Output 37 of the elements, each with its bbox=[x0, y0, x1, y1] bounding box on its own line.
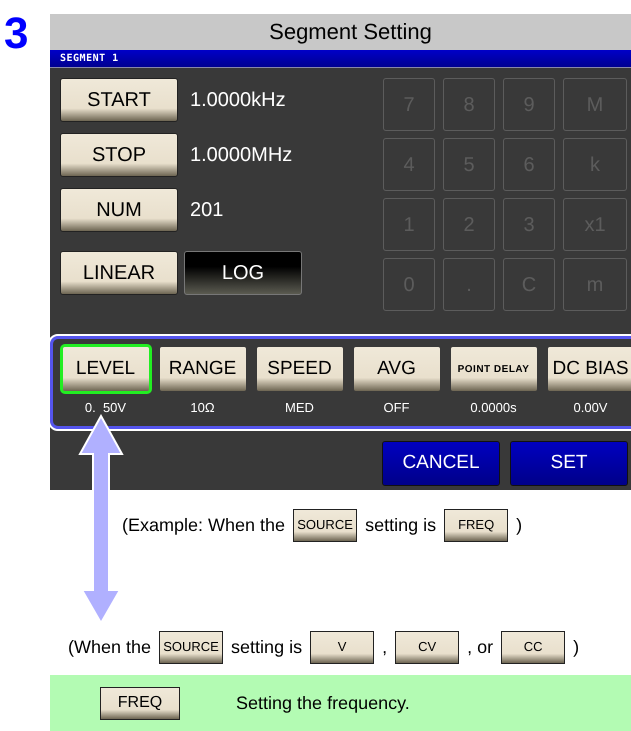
parameter-value: 0.0000s bbox=[470, 399, 517, 417]
mode-button[interactable]: LOG bbox=[184, 251, 302, 295]
parameter-value: 0. 50V bbox=[84, 399, 126, 417]
key-label: V bbox=[310, 630, 374, 664]
window-title: Segment Setting bbox=[50, 14, 631, 50]
note-text: (When the bbox=[68, 636, 152, 659]
field-button[interactable]: START bbox=[60, 78, 178, 122]
action-button[interactable]: SET bbox=[510, 441, 628, 486]
field-value: 1.0000MHz bbox=[190, 143, 292, 168]
action-button[interactable]: CANCEL bbox=[382, 441, 500, 486]
key-label: SOURCE bbox=[159, 630, 224, 664]
parameter-button[interactable]: LEVEL bbox=[60, 344, 152, 394]
key-label: FREQ bbox=[444, 508, 508, 542]
note-text: , bbox=[382, 636, 388, 658]
field-button[interactable]: NUM bbox=[60, 188, 178, 232]
note-text: , or bbox=[467, 636, 494, 658]
double-arrow-icon bbox=[78, 414, 124, 624]
key-label: CC bbox=[501, 630, 566, 664]
field-value: 201 bbox=[190, 198, 224, 223]
field-button[interactable]: STOP bbox=[60, 133, 178, 177]
parameter-value: 10Ω bbox=[190, 399, 215, 417]
key-label: CV bbox=[395, 630, 460, 664]
note-text: ) bbox=[516, 514, 522, 537]
segment-bar: SEGMENT 1 bbox=[50, 50, 631, 68]
key-label: SOURCE bbox=[293, 508, 358, 542]
note-text: ) bbox=[573, 636, 580, 659]
note-text: setting is bbox=[365, 514, 436, 537]
description-text: Setting the frequency. bbox=[236, 692, 410, 715]
parameter-value: OFF bbox=[384, 399, 410, 417]
key-label: FREQ bbox=[100, 686, 180, 720]
step-number: 3 bbox=[4, 12, 28, 56]
note-text: (Example: When the bbox=[122, 514, 286, 537]
mode-button[interactable]: LINEAR bbox=[60, 251, 178, 295]
field-value: 1.0000kHz bbox=[190, 88, 286, 113]
parameter-value: MED bbox=[285, 399, 314, 417]
parameter-value: 0.00V bbox=[574, 399, 608, 417]
note-text: setting is bbox=[231, 636, 302, 659]
